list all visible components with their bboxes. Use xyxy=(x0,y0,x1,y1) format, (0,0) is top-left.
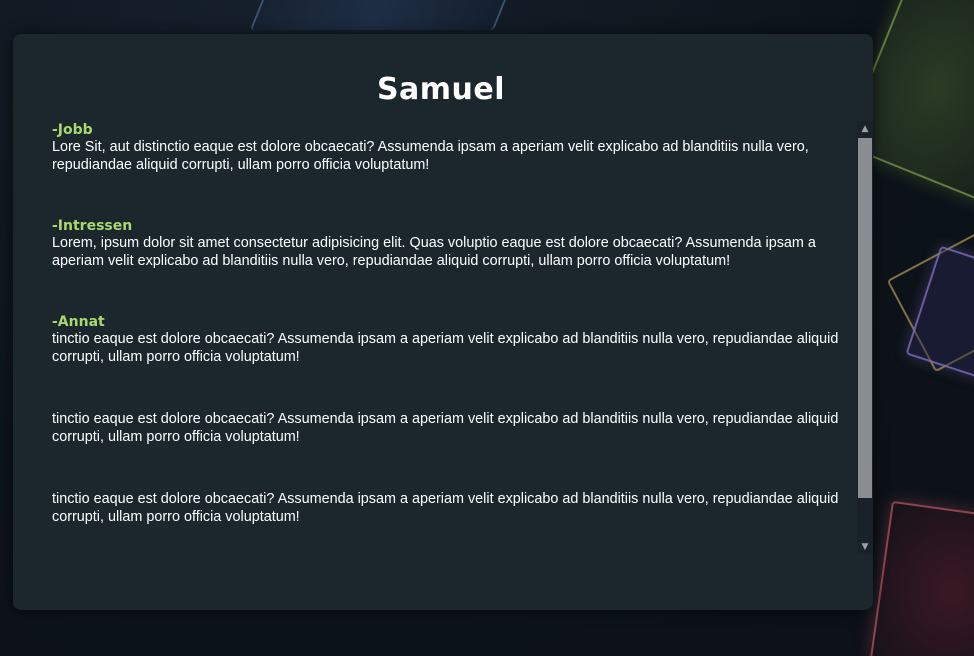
section-heading: -Annat xyxy=(52,314,105,330)
decorative-shape-red xyxy=(869,500,974,656)
section-text: Lore Sit, aut distinctio eaque est dolor… xyxy=(52,139,809,173)
section-heading: -Jobb xyxy=(52,122,93,138)
extra-paragraph: tinctio eaque est dolore obcaecati? Assu… xyxy=(52,491,839,525)
section-heading: -Intressen xyxy=(52,218,133,234)
section-annat: -Annat tinctio eaque est dolore obcaecat… xyxy=(52,314,857,366)
vertical-scrollbar[interactable]: ▲ ▼ xyxy=(857,121,873,555)
section-text: Lorem, ipsum dolor sit amet consectetur … xyxy=(52,235,816,269)
profile-content-scroll-area[interactable]: -Jobb Lore Sit, aut distinctio eaque est… xyxy=(52,122,857,562)
chevron-down-icon[interactable]: ▼ xyxy=(857,539,873,555)
scrollbar-thumb[interactable] xyxy=(858,138,872,498)
decorative-shape-top xyxy=(249,0,519,30)
extra-paragraph: tinctio eaque est dolore obcaecati? Assu… xyxy=(52,411,839,445)
section-jobb: -Jobb Lore Sit, aut distinctio eaque est… xyxy=(52,122,857,174)
section-intressen: -Intressen Lorem, ipsum dolor sit amet c… xyxy=(52,218,857,270)
section-text: tinctio eaque est dolore obcaecati? Assu… xyxy=(52,331,839,365)
profile-name: Samuel xyxy=(376,72,506,107)
profile-card: Samuel -Jobb Lore Sit, aut distinctio ea… xyxy=(13,34,873,610)
chevron-up-icon[interactable]: ▲ xyxy=(857,121,873,137)
